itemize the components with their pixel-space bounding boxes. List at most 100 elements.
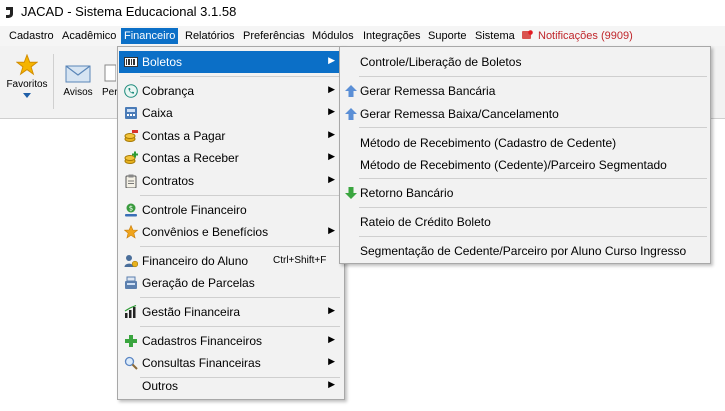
menu-separator [140, 195, 340, 196]
submenu-arrow-icon: ▶ [328, 225, 335, 235]
submenu-item-gerar-remessa-baixa-cancelamento[interactable]: Gerar Remessa Baixa/Cancelamento [341, 103, 707, 125]
menu-item-label: Controle Financeiro [142, 203, 247, 217]
menu-integracoes[interactable]: Integrações [360, 28, 423, 44]
submenu-item-label: Rateio de Crédito Boleto [360, 215, 491, 229]
menu-item-cadastros-financeiros[interactable]: Cadastros Financeiros ▶ [119, 330, 343, 352]
submenu-arrow-icon: ▶ [328, 129, 335, 139]
menu-separator [140, 246, 340, 247]
submenu-arrow-icon: ▶ [328, 84, 335, 94]
submenu-item-rateio-credito-boleto[interactable]: Rateio de Crédito Boleto [341, 211, 707, 233]
submenu-item-label: Gerar Remessa Bancária [360, 84, 496, 98]
submenu-item-label: Método de Recebimento (Cedente)/Parceiro… [360, 158, 667, 172]
clipboard-icon [125, 174, 137, 188]
cash-register-icon [125, 276, 137, 289]
submenu-item-retorno-bancario[interactable]: Retorno Bancário [341, 182, 707, 204]
plus-icon [125, 335, 137, 347]
chart-icon [124, 305, 137, 318]
submenu-item-metodo-recebimento-cadastro-cedente[interactable]: Método de Recebimento (Cadastro de Ceden… [341, 132, 707, 154]
title-bar: JACAD - Sistema Educacional 3.1.58 [0, 0, 725, 26]
menu-separator [140, 326, 340, 327]
submenu-arrow-icon: ▶ [328, 305, 335, 315]
toolbar-separator [53, 54, 54, 109]
submenu-item-label: Retorno Bancário [360, 186, 454, 200]
download-arrow-icon [345, 187, 357, 199]
submenu-arrow-icon: ▶ [328, 55, 335, 65]
submenu-arrow-icon: ▶ [328, 174, 335, 184]
submenu-item-metodo-recebimento-parceiro-segmentado[interactable]: Método de Recebimento (Cedente)/Parceiro… [341, 154, 707, 176]
phone-icon [124, 84, 138, 98]
menu-item-contas-a-pagar[interactable]: Contas a Pagar ▶ [119, 125, 343, 147]
menu-item-label: Geração de Parcelas [142, 276, 255, 290]
shortcut-label: Ctrl+Shift+F [273, 255, 327, 266]
menu-item-geracao-de-parcelas[interactable]: Geração de Parcelas [119, 272, 343, 294]
menu-item-label: Contratos [142, 174, 195, 188]
financeiro-dropdown-menu: Boletos ▶ Cobrança ▶ Caixa ▶ Contas a Pa… [117, 46, 345, 400]
menu-separator [359, 178, 707, 179]
star-icon [124, 225, 138, 239]
money-hand-icon: $ [125, 203, 137, 217]
menu-suporte[interactable]: Suporte [425, 28, 470, 44]
menu-item-label: Financeiro do Aluno [142, 254, 249, 268]
partial-toolbar-button[interactable]: Per [102, 64, 118, 104]
menu-separator [140, 76, 340, 77]
submenu-item-label: Gerar Remessa Baixa/Cancelamento [360, 107, 559, 121]
menu-sistema[interactable]: Sistema [472, 28, 518, 44]
submenu-arrow-icon: ▶ [328, 106, 335, 116]
menu-item-outros[interactable]: Outros ▶ [119, 375, 343, 397]
menu-preferencias[interactable]: Preferências [240, 28, 308, 44]
menu-item-financeiro-do-aluno[interactable]: Financeiro do Aluno Ctrl+Shift+F [119, 250, 343, 272]
menu-item-label: Cobrança [142, 84, 195, 98]
upload-arrow-icon [345, 85, 357, 97]
magnifier-icon [124, 356, 138, 370]
window-title: JACAD - Sistema Educacional 3.1.58 [21, 4, 237, 19]
menu-financeiro[interactable]: Financeiro [121, 28, 179, 44]
menu-item-label: Gestão Financeira [142, 305, 241, 319]
boleto-icon [124, 57, 138, 67]
submenu-item-segmentacao-cedente-parceiro[interactable]: Segmentação de Cedente/Parceiro por Alun… [341, 240, 707, 262]
menu-item-consultas-financeiras[interactable]: Consultas Financeiras ▶ [119, 352, 343, 374]
menu-notificacoes[interactable]: Notificações (9909) [535, 28, 636, 44]
submenu-item-label: Método de Recebimento (Cadastro de Ceden… [360, 136, 617, 150]
favoritos-button[interactable]: Favoritos [4, 53, 50, 110]
menu-separator [359, 207, 707, 208]
menu-item-contas-a-receber[interactable]: Contas a Receber ▶ [119, 147, 343, 169]
menu-item-label: Contas a Pagar [142, 129, 226, 143]
coins-minus-icon [124, 130, 138, 142]
submenu-item-gerar-remessa-bancaria[interactable]: Gerar Remessa Bancária [341, 80, 707, 102]
menu-separator [359, 76, 707, 77]
submenu-item-label: Segmentação de Cedente/Parceiro por Alun… [360, 244, 687, 258]
menu-item-label: Convênios e Benefícios [142, 225, 269, 239]
app-logo-icon [6, 7, 13, 18]
menu-item-caixa[interactable]: Caixa ▶ [119, 102, 343, 124]
submenu-arrow-icon: ▶ [328, 356, 335, 366]
menu-item-gestao-financeira[interactable]: Gestão Financeira ▶ [119, 301, 343, 323]
menu-item-cobranca[interactable]: Cobrança ▶ [119, 80, 343, 102]
submenu-item-label: Controle/Liberação de Boletos [360, 55, 522, 69]
menu-item-controle-financeiro[interactable]: $ Controle Financeiro [119, 199, 343, 221]
menu-relatorios[interactable]: Relatórios [182, 28, 238, 44]
menu-separator [140, 297, 340, 298]
menu-cadastro[interactable]: Cadastro [6, 28, 57, 44]
menu-separator [359, 236, 707, 237]
menu-item-boletos[interactable]: Boletos ▶ [119, 51, 343, 73]
star-icon [15, 53, 39, 76]
svg-text:$: $ [129, 205, 133, 213]
coins-plus-icon [124, 151, 138, 164]
upload-arrow-icon [345, 108, 357, 120]
envelope-icon [65, 65, 91, 83]
menu-item-contratos[interactable]: Contratos ▶ [119, 170, 343, 192]
menu-item-label: Outros [142, 379, 179, 393]
submenu-item-controle-liberacao-boletos[interactable]: Controle/Liberação de Boletos [341, 51, 707, 73]
partial-toolbar-label: Per [102, 87, 118, 98]
menu-modulos[interactable]: Módulos [309, 28, 357, 44]
document-icon [104, 64, 117, 82]
menu-item-label: Contas a Receber [142, 151, 239, 165]
chevron-down-icon [23, 93, 31, 98]
menu-item-label: Consultas Financeiras [142, 356, 261, 370]
menu-item-convenios-e-beneficios[interactable]: Convênios e Benefícios ▶ [119, 221, 343, 243]
notification-icon [522, 30, 533, 39]
menu-item-label: Cadastros Financeiros [142, 334, 263, 348]
menu-academico[interactable]: Acadêmico [59, 28, 119, 44]
student-money-icon [124, 255, 138, 268]
avisos-button[interactable]: Avisos [58, 64, 98, 104]
